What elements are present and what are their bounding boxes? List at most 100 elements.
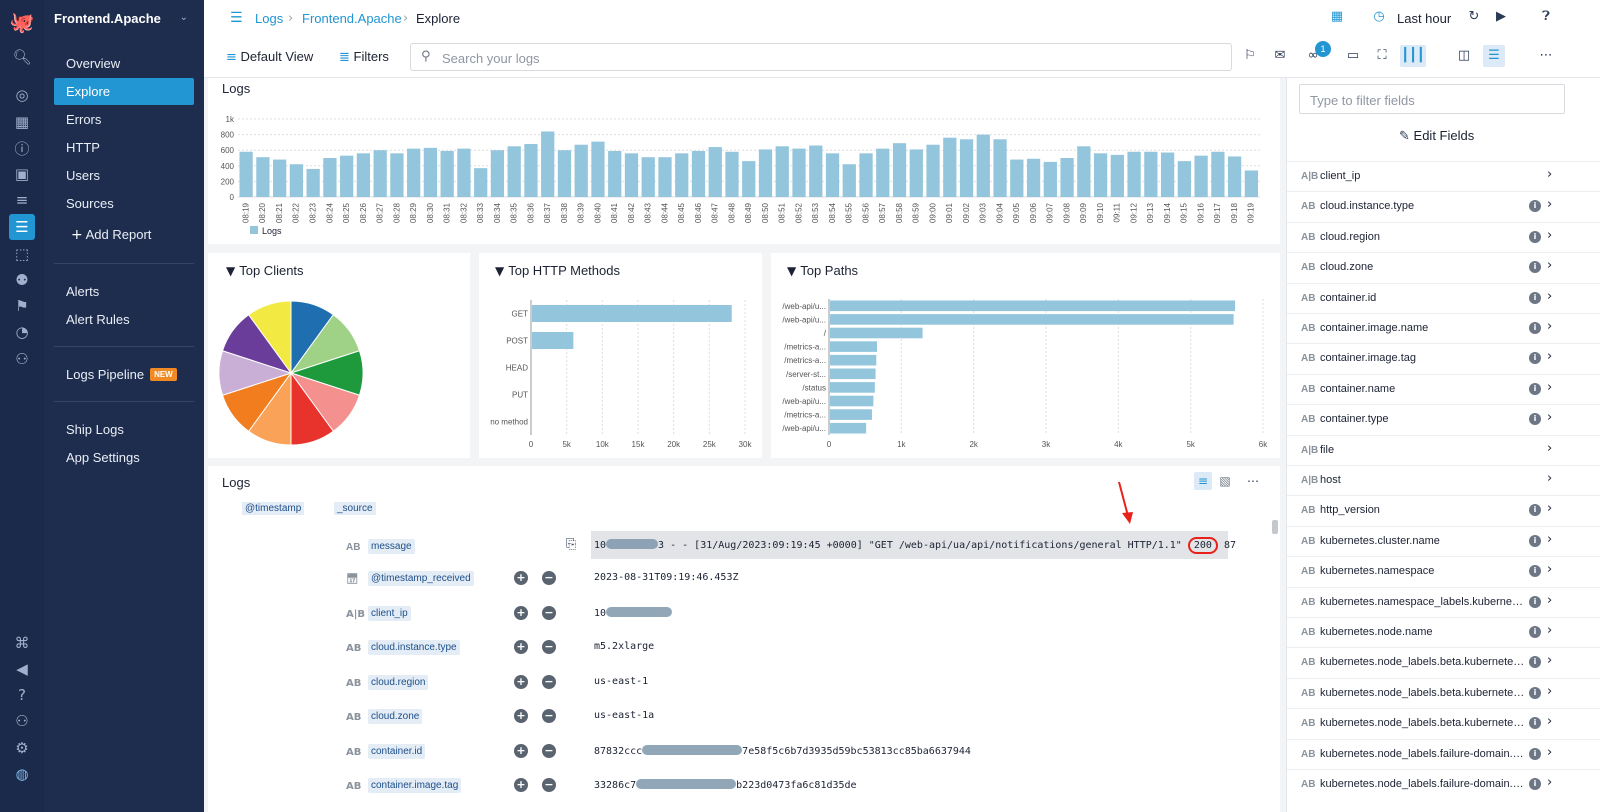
filter-for-icon[interactable]: +	[514, 674, 528, 689]
column-source[interactable]: _source	[334, 502, 376, 515]
chevron-right-icon[interactable]: ›	[1547, 197, 1552, 212]
mail-icon[interactable]: ✉	[1269, 45, 1291, 67]
inbox-icon[interactable]: ▣	[11, 163, 33, 185]
filter-for-icon[interactable]: +	[514, 640, 528, 654]
info-icon[interactable]: i	[1529, 261, 1541, 274]
robot-icon[interactable]: ⚉	[11, 269, 33, 291]
histogram-toggle-icon[interactable]: ┃┃┃	[1400, 45, 1426, 67]
sidebar-item-explore[interactable]: Explore	[54, 78, 194, 105]
chevron-right-icon[interactable]: ›	[1547, 532, 1552, 547]
filter-fields-input[interactable]: Type to filter fields	[1299, 84, 1565, 114]
chevron-right-icon[interactable]: ›	[1547, 745, 1552, 760]
grid-icon[interactable]: ▦	[11, 111, 33, 133]
field-list-item[interactable]: AB http_version i ›	[1287, 495, 1600, 525]
filter-out-icon[interactable]: −	[542, 571, 556, 585]
field-list-item[interactable]: AB container.image.name i ›	[1287, 313, 1600, 343]
chevron-right-icon[interactable]: ›	[1547, 258, 1552, 273]
field-name[interactable]: cloud.instance.type	[368, 640, 460, 655]
sidebar-item-alerts[interactable]: Alerts	[54, 278, 194, 305]
field-list-item[interactable]: AB kubernetes.namespace_labels.kubernetes…	[1287, 586, 1600, 617]
sidebar-item-http[interactable]: HTTP	[54, 134, 194, 161]
play-icon[interactable]: ▶	[1490, 6, 1512, 28]
field-list-item[interactable]: AB kubernetes.node.name i ›	[1287, 617, 1600, 647]
filter-out-icon[interactable]: −	[542, 640, 556, 654]
chevron-right-icon[interactable]: ›	[1547, 501, 1552, 516]
chevron-right-icon[interactable]: ›	[1547, 319, 1552, 334]
field-list-item[interactable]: AB kubernetes.node_labels.beta.kubernetes…	[1287, 708, 1600, 738]
split-view-icon[interactable]: ◫	[1453, 45, 1475, 67]
filter-out-icon[interactable]: −	[542, 674, 556, 689]
filter-for-icon[interactable]: +	[514, 571, 528, 585]
clock-icon[interactable]: ◷	[1368, 6, 1390, 28]
edit-fields-button[interactable]: ✎ Edit Fields	[1399, 128, 1474, 144]
add-report-button[interactable]: + Add Report	[54, 221, 194, 248]
default-view-button[interactable]: ≡ Default View	[226, 49, 313, 65]
info-icon[interactable]: i	[1529, 200, 1541, 213]
field-name[interactable]: message	[368, 539, 415, 554]
info-icon[interactable]: i	[1529, 565, 1541, 578]
field-list-item[interactable]: A|B file ›	[1287, 434, 1600, 465]
chevron-down-icon[interactable]: ⌄	[180, 12, 188, 23]
bell-alert-icon[interactable]: ⚐	[1239, 45, 1261, 67]
logo-octopus-icon[interactable]: 🐙	[6, 8, 38, 36]
info-icon[interactable]: i	[1529, 322, 1541, 334]
info-icon[interactable]: i	[1529, 504, 1541, 517]
info-icon[interactable]: i	[1529, 352, 1541, 365]
chevron-right-icon[interactable]: ›	[1547, 562, 1552, 577]
chevron-right-icon[interactable]: ›	[1547, 289, 1552, 304]
chevron-right-icon[interactable]: ›	[1547, 471, 1552, 486]
sidebar-item-logs-pipeline[interactable]: Logs Pipeline NEW	[54, 361, 194, 388]
top-paths-chart[interactable]: 0 1k 2k 3k 4k 5k 6k/web-api/u... /web-api/u... /…	[771, 253, 1280, 458]
field-list-item[interactable]: AB kubernetes.cluster.name i ›	[1287, 525, 1600, 556]
column-timestamp[interactable]: @timestamp	[242, 502, 305, 515]
sidebar-item-ship-logs[interactable]: Ship Logs	[54, 416, 194, 443]
field-list-item[interactable]: AB container.name i ›	[1287, 373, 1600, 404]
flag-icon[interactable]: ⚑	[11, 295, 33, 317]
chevron-right-icon[interactable]: ›	[1547, 228, 1552, 243]
info-icon[interactable]: i	[1529, 595, 1541, 608]
field-list-item[interactable]: AB cloud.zone i ›	[1287, 252, 1600, 282]
filter-for-icon[interactable]: +	[514, 778, 528, 792]
info-icon[interactable]: i	[1529, 413, 1541, 426]
filter-for-icon[interactable]: +	[514, 709, 528, 723]
filter-icon[interactable]: ▼	[226, 264, 235, 278]
chevron-right-icon[interactable]: ›	[1547, 623, 1552, 638]
sidebar-item-errors[interactable]: Errors	[54, 106, 194, 133]
field-name[interactable]: @timestamp_received	[368, 571, 474, 586]
globe-icon[interactable]: ◍	[11, 763, 33, 785]
more-options-icon[interactable]: ⋯	[1243, 472, 1263, 490]
field-list-item[interactable]: AB container.image.tag i ›	[1287, 343, 1600, 373]
sidebar-item-users[interactable]: Users	[54, 162, 194, 189]
alert-circle-icon[interactable]: ⓘ	[11, 137, 33, 159]
info-icon[interactable]: i	[1529, 291, 1541, 304]
field-value[interactable]: m5.2xlarge	[594, 641, 654, 652]
field-list-item[interactable]: AB kubernetes.node_labels.beta.kubernetes…	[1287, 677, 1600, 708]
info-icon[interactable]: i	[1529, 382, 1541, 395]
filters-button[interactable]: ≣ Filters	[339, 49, 389, 65]
field-list-item[interactable]: AB kubernetes.node_labels.failure-domain.…	[1287, 738, 1600, 769]
filter-out-icon[interactable]: −	[542, 778, 556, 792]
more-options-icon[interactable]: ⋯	[1535, 45, 1557, 67]
breadcrumb-logs[interactable]: Logs	[255, 11, 283, 26]
chevron-right-icon[interactable]: ›	[1547, 714, 1552, 729]
breadcrumb-source[interactable]: Frontend.Apache	[302, 11, 402, 26]
help-icon[interactable]: ?	[11, 684, 33, 706]
field-value[interactable]: 33286c7 b223d0473fa6c81d35de	[594, 779, 857, 791]
field-value[interactable]: us-east-1	[594, 676, 648, 687]
field-list-item[interactable]: A|B client_ip ›	[1287, 161, 1600, 191]
info-icon[interactable]: i	[1529, 717, 1541, 730]
field-name[interactable]: cloud.region	[368, 674, 429, 690]
message-value[interactable]: 10 3 - - [31/Aug/2023:09:19:45 +0000] "GE…	[594, 537, 1236, 554]
chevron-right-icon[interactable]: ›	[1547, 593, 1552, 608]
chevron-right-icon[interactable]: ›	[1547, 775, 1552, 790]
field-list-item[interactable]: AB container.id i ›	[1287, 282, 1600, 313]
filter-out-icon[interactable]: −	[542, 605, 556, 620]
chevron-right-icon[interactable]: ›	[1547, 653, 1552, 668]
info-icon[interactable]: i	[1529, 747, 1541, 760]
chevron-right-icon[interactable]: ›	[1547, 349, 1552, 364]
field-name[interactable]: client_ip	[368, 605, 411, 621]
field-name[interactable]: container.id	[368, 743, 426, 759]
spy-icon[interactable]: ⚇	[11, 348, 33, 370]
info-icon[interactable]: i	[1529, 230, 1541, 243]
scan-icon[interactable]: ⬚	[11, 243, 33, 265]
